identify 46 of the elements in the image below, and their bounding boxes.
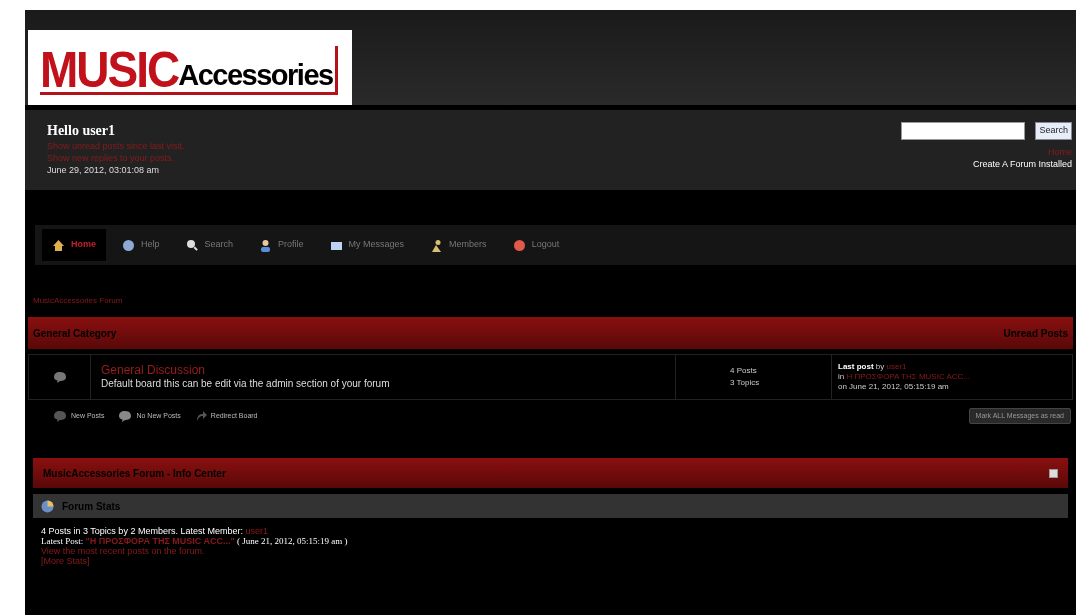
- in-label: in: [838, 372, 845, 381]
- user-link[interactable]: Show new replies to your posts.: [47, 152, 185, 164]
- redirect-arrow-icon: [194, 410, 207, 422]
- topic-link[interactable]: Η ΠΡΟΣΦΟΡΑ ΤΗΣ MUSIC ACC...: [846, 372, 971, 381]
- search-field[interactable]: [901, 122, 1026, 140]
- latest-post-label: Latest Post:: [41, 536, 85, 546]
- by-label: by: [875, 362, 885, 371]
- info-center-title: MusicAccessories Forum - Info Center: [43, 466, 226, 481]
- logo: MUSICAccessories: [28, 30, 352, 105]
- menu-tab[interactable]: Home: [42, 229, 106, 261]
- collapse-icon[interactable]: [1049, 468, 1058, 478]
- bubble-icon: [53, 409, 67, 423]
- breadcrumb-link[interactable]: MusicAccessories Forum: [33, 295, 1076, 307]
- current-date: June 29, 2012, 03:01:08 am: [47, 164, 161, 176]
- search-button[interactable]: Search: [1035, 122, 1072, 140]
- home-link[interactable]: Home: [1048, 146, 1072, 158]
- ball-icon: [512, 238, 526, 252]
- menu-tab[interactable]: Members: [420, 229, 497, 261]
- menu-tab[interactable]: My Messages: [319, 229, 415, 261]
- last-post-date: on June 21, 2012, 05:15:19 am: [838, 382, 950, 392]
- stats-summary: 4 Posts in 3 Topics by 2 Members. Latest Member:: [41, 526, 244, 536]
- board-description: Default board this can be edit via the admin section of your forum: [101, 377, 391, 390]
- magnifier-icon: [185, 238, 199, 252]
- board-bubble-icon: [52, 370, 67, 384]
- topic-link[interactable]: "Η ΠΡΟΣΦΟΡΑ ΤΗΣ MUSIC ACC...": [85, 536, 235, 546]
- recent-posts-link[interactable]: View the most recent posts on the forum.: [41, 546, 1076, 556]
- menu-tab[interactable]: Logout: [502, 229, 570, 261]
- installed-text: Create A Forum Installed: [972, 158, 1072, 170]
- menu-tab[interactable]: Help: [112, 229, 170, 261]
- board-name[interactable]: General Discussion: [101, 364, 675, 377]
- greeting: Hello user1: [47, 122, 117, 140]
- person-icon: [259, 238, 273, 252]
- user-link[interactable]: user1: [886, 362, 907, 371]
- pie-chart-icon: [41, 499, 54, 513]
- last-post-label: Last post: [838, 362, 874, 371]
- latest-post-date: ( June 21, 2012, 05:15:19 am ): [236, 536, 348, 546]
- unread-posts-link[interactable]: Unread Posts: [1003, 325, 1068, 341]
- member-link[interactable]: user1: [245, 526, 268, 536]
- post-count: 4 Posts: [730, 365, 758, 377]
- topic-count: 3 Topics: [730, 377, 761, 389]
- menu-tab[interactable]: Profile: [249, 229, 314, 261]
- menu-tab[interactable]: Search: [175, 229, 244, 261]
- user-link[interactable]: Show unread posts since last visit.: [47, 140, 185, 152]
- bubble-icon: [118, 409, 133, 423]
- category-title: General Category: [33, 326, 117, 341]
- more-stats-link[interactable]: [More Stats]: [41, 556, 1076, 566]
